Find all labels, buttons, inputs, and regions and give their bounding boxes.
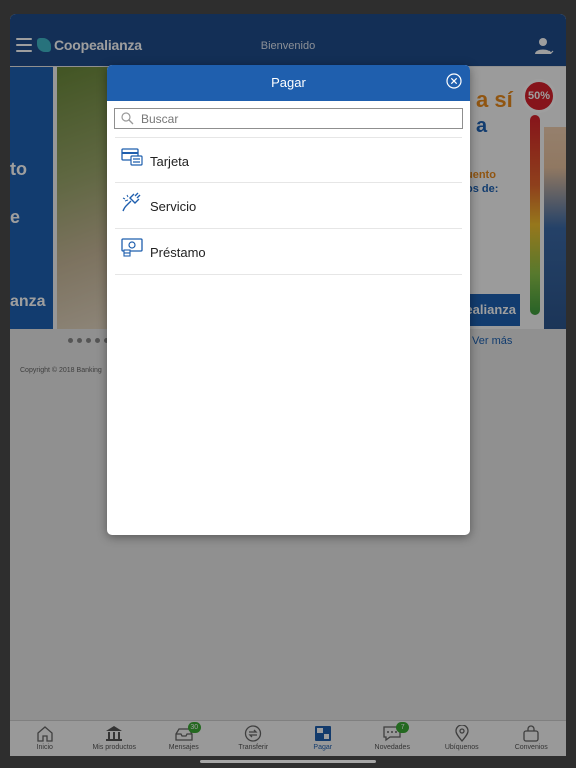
list-item-label: Servicio (150, 199, 197, 214)
modal-header: Pagar (107, 65, 470, 101)
device-frame: Coopealianza Bienvenido to e anza a sí a… (0, 0, 576, 768)
app-screen: Coopealianza Bienvenido to e anza a sí a… (10, 14, 566, 756)
list-item-label: Préstamo (150, 245, 206, 260)
close-icon[interactable] (446, 73, 462, 89)
modal-title: Pagar (271, 75, 306, 90)
search-box[interactable] (114, 108, 463, 129)
home-indicator (200, 760, 376, 763)
search-input[interactable] (141, 110, 459, 127)
list-item-prestamo[interactable]: Préstamo (115, 229, 462, 275)
plug-icon (122, 192, 141, 212)
pay-modal: Pagar Buscar Tarjeta Servicio Préstamo (107, 65, 470, 535)
search-icon (121, 112, 134, 125)
card-icon (121, 148, 143, 166)
list-item-label: Tarjeta (150, 154, 190, 169)
list-item-servicio[interactable]: Servicio (115, 183, 462, 229)
list-item-tarjeta[interactable]: Tarjeta (115, 137, 462, 183)
loan-icon (121, 238, 143, 257)
pay-options-list: Tarjeta Servicio Préstamo (107, 137, 470, 275)
